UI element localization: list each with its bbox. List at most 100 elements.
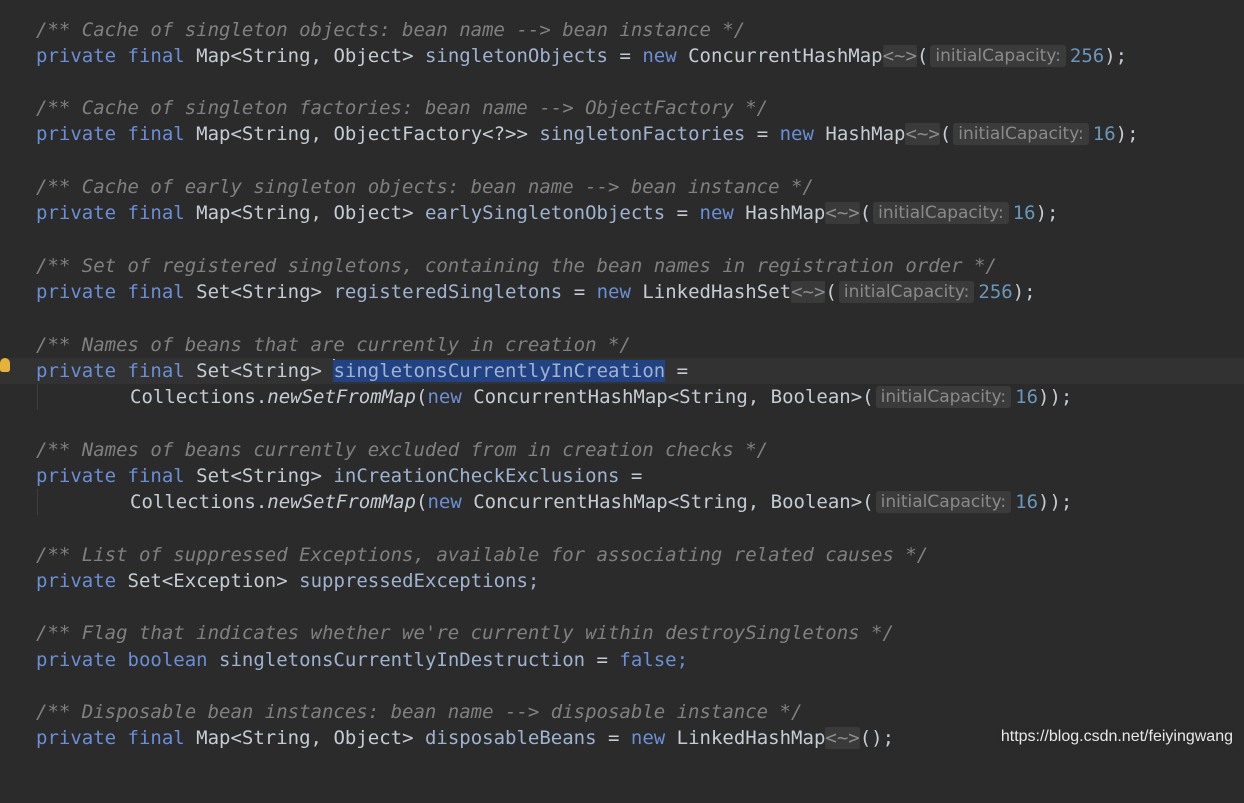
code-comment: /** Cache of early singleton objects: be…	[36, 176, 814, 198]
paren: (	[825, 281, 837, 303]
code-comment: /** Names of beans that are currently in…	[36, 334, 631, 356]
folded-diamond[interactable]: <~>	[882, 45, 917, 67]
code-editor[interactable]: /** Cache of singleton objects: bean nam…	[0, 0, 1244, 756]
field-name: singletonObjects	[424, 45, 608, 67]
code-line[interactable]: private final Map<String, Object> earlyS…	[0, 200, 1244, 226]
code-line[interactable]: /** Cache of singleton objects: bean nam…	[0, 17, 1244, 43]
paren: (	[416, 386, 428, 408]
parameter-hint: initialCapacity:	[953, 123, 1089, 145]
number-literal: 16	[1015, 491, 1039, 513]
keyword: private boolean	[36, 649, 208, 671]
constructor-name: ConcurrentHashMap	[688, 45, 883, 67]
paren: (	[859, 202, 872, 224]
code-line[interactable]: private Set<Exception> suppressedExcepti…	[0, 568, 1244, 594]
field-name: singletonsCurrentlyInDestruction	[219, 649, 586, 671]
type-name: Map<String, Object>	[196, 202, 414, 224]
keyword: private	[36, 570, 117, 592]
code-line[interactable]: private final Set<String> inCreationChec…	[0, 463, 1244, 489]
constructor-name: LinkedHashSet	[642, 281, 792, 303]
selected-field-name[interactable]: singletonsCurrentlyInCreation	[333, 360, 666, 382]
keyword: private final	[36, 123, 185, 145]
code-line[interactable]: private final Map<String, Object> single…	[0, 43, 1244, 69]
parameter-hint: initialCapacity:	[838, 281, 975, 303]
parameter-hint: initialCapacity:	[873, 202, 1009, 224]
class-name: Collections.	[130, 491, 268, 513]
code-comment: /** List of suppressed Exceptions, avail…	[36, 544, 929, 566]
code-comment: /** Cache of singleton factories: bean n…	[36, 97, 769, 119]
code-comment: /** Set of registered singletons, contai…	[36, 255, 997, 277]
paren: );	[1035, 202, 1059, 224]
parameter-hint: initialCapacity:	[930, 45, 1066, 67]
code-line[interactable]: /** Cache of early singleton objects: be…	[0, 174, 1244, 200]
code-comment: /** Cache of singleton objects: bean nam…	[36, 19, 746, 41]
field-name: disposableBeans	[424, 727, 597, 749]
folded-diamond[interactable]: <~>	[825, 727, 860, 749]
code-line[interactable]: /** Cache of singleton factories: bean n…	[0, 95, 1244, 121]
keyword: new	[596, 281, 631, 303]
operator: =	[665, 360, 689, 382]
keyword: private final	[36, 465, 185, 487]
operator: =	[608, 45, 643, 67]
keyword: private final	[36, 727, 185, 749]
lightbulb-icon[interactable]	[0, 358, 10, 372]
paren: );	[1104, 45, 1128, 67]
code-comment: /** Flag that indicates whether we're cu…	[36, 622, 894, 644]
paren: ();	[859, 727, 895, 749]
operator: =	[562, 281, 597, 303]
watermark: https://blog.csdn.net/feiyingwang	[998, 728, 1235, 746]
number-literal: 256	[978, 281, 1013, 303]
paren: ));	[1038, 386, 1073, 408]
folded-diamond[interactable]: <~>	[791, 281, 826, 303]
constructor-name: ConcurrentHashMap<String, Boolean>(	[473, 491, 874, 513]
type-name: Set<String>	[196, 465, 323, 487]
operator: =	[665, 202, 700, 224]
code-line[interactable]: Collections.newSetFromMap(new Concurrent…	[0, 489, 1244, 515]
code-line[interactable]: private final Map<String, ObjectFactory<…	[0, 121, 1244, 147]
parameter-hint: initialCapacity:	[875, 491, 1012, 513]
type-name: Map<String, Object>	[196, 727, 414, 749]
field-name: registeredSingletons	[333, 281, 563, 303]
keyword: private final	[36, 45, 185, 67]
keyword: new	[642, 45, 677, 67]
parameter-hint: initialCapacity:	[875, 386, 1012, 408]
code-line[interactable]: private final Set<String> registeredSing…	[0, 279, 1244, 305]
code-line[interactable]: /** Names of beans currently excluded fr…	[0, 437, 1244, 463]
keyword: new	[779, 123, 814, 145]
paren: );	[1012, 281, 1036, 303]
operator: =	[585, 649, 620, 671]
number-literal: 16	[1015, 386, 1039, 408]
number-literal: 256	[1069, 45, 1105, 67]
code-line[interactable]: private boolean singletonsCurrentlyInDes…	[0, 647, 1244, 673]
paren: (	[916, 45, 929, 67]
constructor-name: ConcurrentHashMap<String, Boolean>(	[473, 386, 874, 408]
indent-guide	[37, 384, 38, 410]
paren: );	[1115, 123, 1139, 145]
keyword: private final	[36, 360, 185, 382]
keyword: private final	[36, 281, 185, 303]
code-line[interactable]: /** List of suppressed Exceptions, avail…	[0, 542, 1244, 568]
operator: =	[745, 123, 780, 145]
constructor-name: HashMap	[745, 202, 826, 224]
method-name: newSetFromMap	[267, 491, 416, 513]
field-name: singletonFactories	[539, 123, 746, 145]
code-line[interactable]: /** Names of beans that are currently in…	[0, 332, 1244, 358]
keyword: private final	[36, 202, 185, 224]
class-name: Collections.	[130, 386, 268, 408]
paren: (	[939, 123, 952, 145]
folded-diamond[interactable]: <~>	[825, 202, 860, 224]
field-name: inCreationCheckExclusions	[333, 465, 620, 487]
keyword: new	[699, 202, 734, 224]
code-line[interactable]: /** Disposable bean instances: bean name…	[0, 699, 1244, 725]
code-line-current[interactable]: private final Set<String> singletonsCurr…	[0, 358, 1244, 384]
operator: =	[619, 465, 643, 487]
type-name: Set<String>	[196, 360, 323, 382]
keyword: new	[630, 727, 666, 749]
code-line[interactable]: /** Flag that indicates whether we're cu…	[0, 620, 1244, 646]
indent-guide	[37, 489, 38, 515]
folded-diamond[interactable]: <~>	[905, 123, 940, 145]
code-line[interactable]: /** Set of registered singletons, contai…	[0, 253, 1244, 279]
paren: (	[416, 491, 428, 513]
constructor-name: LinkedHashMap	[676, 727, 826, 749]
code-line[interactable]: Collections.newSetFromMap(new Concurrent…	[0, 384, 1244, 410]
number-literal: 16	[1012, 202, 1036, 224]
